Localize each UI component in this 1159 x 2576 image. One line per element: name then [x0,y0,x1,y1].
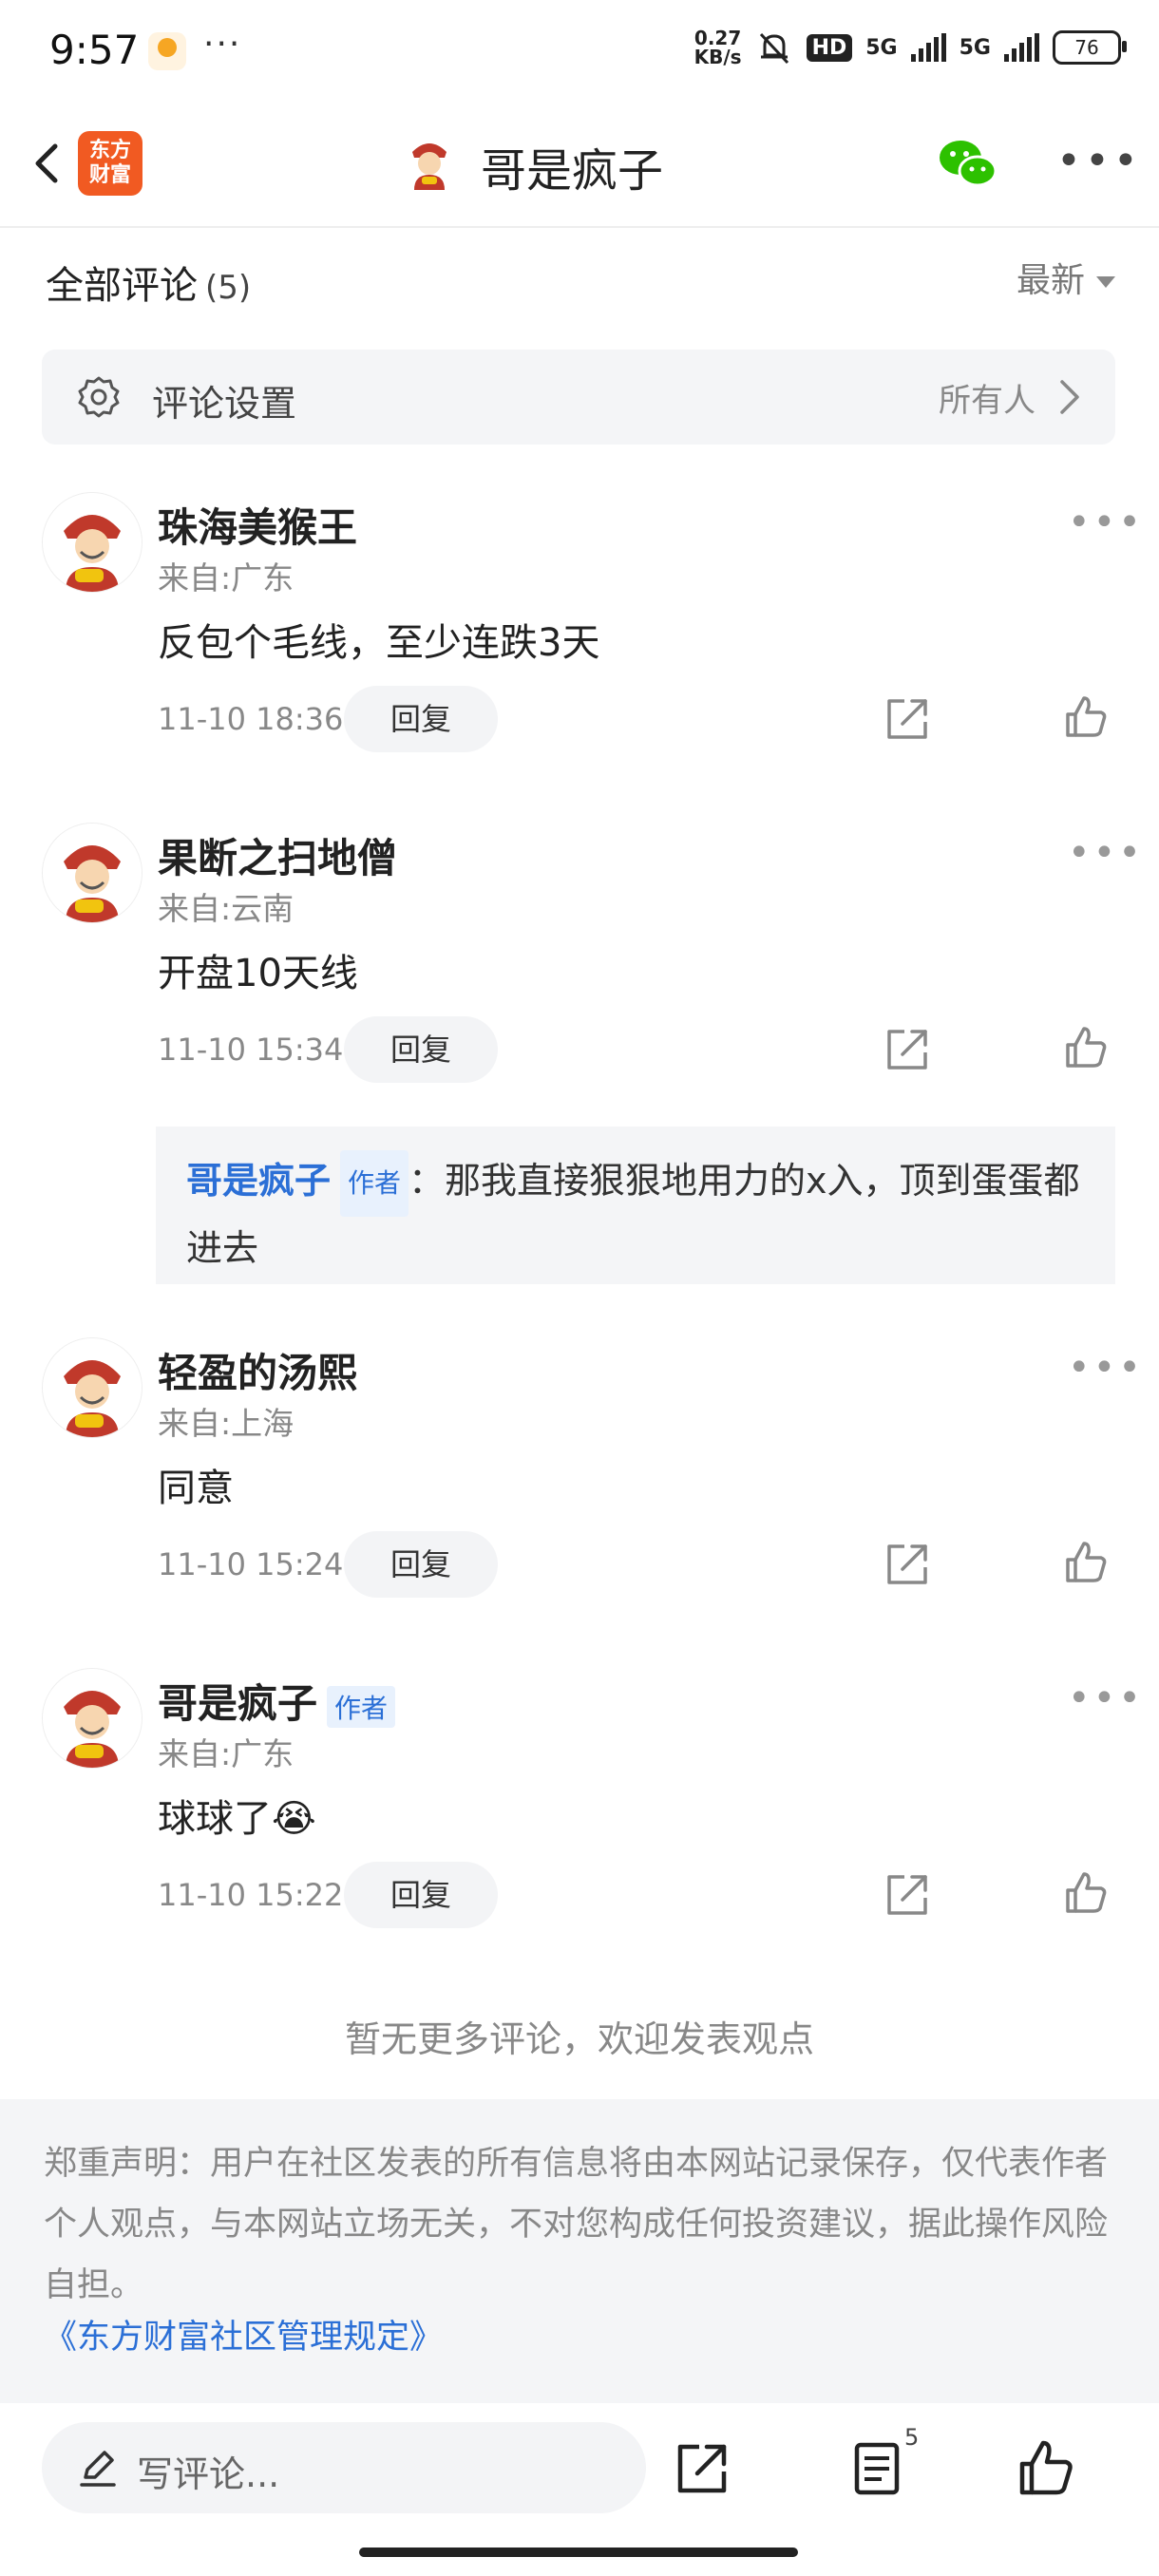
comment-count-badge: 5 [904,2424,920,2451]
comment-settings-label: 评论设置 [152,383,297,425]
back-arrow-icon[interactable] [21,135,78,192]
write-comment-input[interactable]: 写评论... [42,2422,646,2513]
comment-time: 11-10 15:22 [158,1877,344,1913]
top-nav-bar: 东方 财富 哥是疯子 ••• [0,104,1159,228]
home-indicator[interactable] [359,2548,798,2557]
comment-time: 11-10 15:34 [158,1032,344,1068]
reply-button[interactable]: 回复 [344,1016,498,1083]
disclaimer-text: 郑重声明：用户在社区发表的所有信息将由本网站记录保存，仅代表作者个人观点，与本网… [44,2145,1109,2304]
comment-content: 球球了😭 [158,1797,316,1841]
comment-username[interactable]: 哥是疯子 作者 [158,1672,396,1730]
comment-location: 来自:云南 [158,890,294,927]
page-title: 哥是疯子 [481,144,664,198]
share-icon[interactable] [884,695,931,743]
share-icon[interactable] [884,1871,931,1919]
reply-author-name: 哥是疯子 [186,1160,332,1202]
comment-content: 反包个毛线，至少连跌3天 [158,621,600,665]
user-avatar[interactable] [42,492,142,593]
comment-username[interactable]: 果断之扫地僧 [158,826,397,884]
thumbs-up-icon[interactable] [1062,693,1110,741]
hd-voice-icon: HD [806,33,853,62]
more-options-icon[interactable]: ••• [1056,141,1142,182]
thumbs-up-icon[interactable] [1062,1024,1110,1071]
comment-time: 11-10 18:36 [158,701,344,737]
write-comment-placeholder: 写评论... [137,2453,280,2495]
disclaimer-section: 郑重声明：用户在社区发表的所有信息将由本网站记录保存，仅代表作者个人观点，与本网… [0,2099,1159,2403]
pen-icon [80,2451,116,2487]
signal-1-icon [910,33,946,62]
network-speed: 0.27 KB/s [694,27,742,68]
wechat-icon[interactable] [936,135,998,192]
comment-location: 来自:广东 [158,559,294,597]
nested-reply[interactable]: 哥是疯子 作者 ：那我直接狠狠地用力的x入，顶到蛋蛋都进去 [156,1127,1115,1284]
battery-icon: 76 [1053,30,1127,65]
share-icon[interactable] [673,2439,732,2498]
nested-reply-text: 哥是疯子 作者 ：那我直接狠狠地用力的x入，顶到蛋蛋都进去 [186,1149,1098,1279]
comment-username[interactable]: 珠海美猴王 [158,496,357,554]
status-time: 9:57 [49,27,140,73]
user-avatar[interactable] [42,1668,142,1769]
comment-time: 11-10 15:24 [158,1546,344,1582]
comment-content: 同意 [158,1467,234,1510]
notification-app-icon [148,32,186,70]
comment-settings-value: 所有人 [939,382,1036,420]
thumbs-up-icon[interactable] [1015,2437,1077,2500]
comment-more-icon[interactable]: ••• [1068,834,1144,872]
community-rules-link[interactable]: 《东方财富社区管理规定》 [44,2310,443,2358]
user-avatar[interactable] [42,1337,142,1438]
gear-icon [78,376,120,418]
thumbs-up-icon[interactable] [1062,1539,1110,1586]
comment-more-icon[interactable]: ••• [1068,1349,1144,1387]
reply-button[interactable]: 回复 [344,1862,498,1928]
signal-2-icon [1004,33,1039,62]
comment-more-icon[interactable]: ••• [1068,503,1144,541]
comment-location: 来自:上海 [158,1405,294,1442]
comment-settings-row[interactable]: 评论设置 所有人 [42,350,1115,445]
sort-dropdown[interactable]: 最新 [1016,253,1115,302]
user-avatar[interactable] [42,823,142,923]
mute-bell-icon [759,32,788,65]
sim1-label: 5G [865,35,898,60]
comment-location: 来自:广东 [158,1735,294,1772]
more-notifications-icon: ··· [203,25,242,64]
eastmoney-logo[interactable]: 东方 财富 [78,131,142,196]
share-icon[interactable] [884,1541,931,1588]
no-more-comments: 暂无更多评论，欢迎发表观点 [344,2018,814,2060]
share-icon[interactable] [884,1026,931,1073]
comment-username[interactable]: 轻盈的汤熙 [158,1341,357,1399]
author-badge: 作者 [340,1149,409,1217]
comment-count: (5) [205,269,252,307]
reply-button[interactable]: 回复 [344,686,498,752]
all-comments-title: 全部评论 (5) [46,264,252,308]
status-bar: 9:57 ··· 0.27 KB/s HD 5G 5G 76 [0,0,1159,104]
sim2-label: 5G [959,35,991,60]
thumbs-up-icon[interactable] [1062,1869,1110,1917]
reply-button[interactable]: 回复 [344,1531,498,1598]
comment-more-icon[interactable]: ••• [1068,1679,1144,1717]
chevron-right-icon [1060,380,1079,414]
comment-list-icon[interactable] [847,2439,906,2498]
comment-content: 开盘10天线 [158,952,358,995]
author-badge: 作者 [327,1685,396,1728]
header-avatar-icon[interactable] [399,131,460,192]
status-indicators: 0.27 KB/s HD 5G 5G 76 [694,27,1127,68]
